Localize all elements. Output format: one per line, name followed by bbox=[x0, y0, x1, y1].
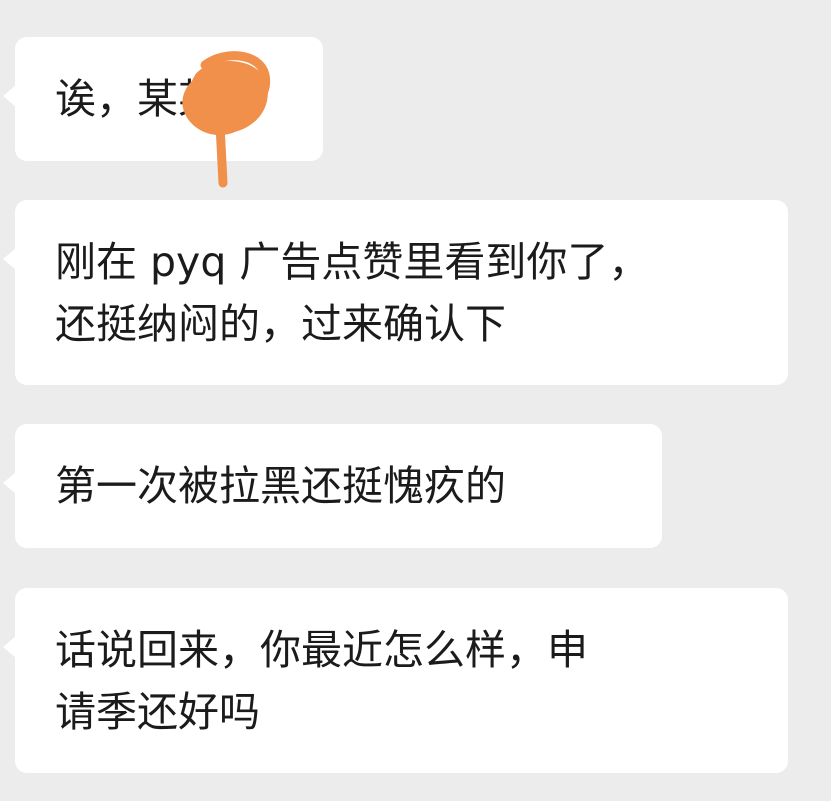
message-bubble[interactable]: 话说回来，你最近怎么样，申 请季还好吗 bbox=[3, 588, 788, 773]
message-bubble[interactable]: 刚在 pyq 广告点赞里看到你了， 还挺纳闷的，过来确认下 bbox=[3, 200, 788, 385]
message-text: 请季还好吗 bbox=[55, 688, 260, 736]
message-text: 第一次被拉黑还挺愧疚的 bbox=[55, 462, 506, 510]
redaction-scribble-icon bbox=[182, 51, 271, 188]
message-bubble[interactable]: 第一次被拉黑还挺愧疚的 bbox=[3, 424, 662, 548]
message-bubble[interactable]: 诶，某某？ bbox=[3, 37, 323, 188]
chat-screen: { "messages": [ {"lines": ["诶，某某？"]}, {"… bbox=[0, 0, 831, 801]
message-text: 刚在 pyq 广告点赞里看到你了， bbox=[55, 238, 650, 286]
message-text: 话说回来，你最近怎么样，申 bbox=[55, 626, 588, 674]
message-text: 还挺纳闷的，过来确认下 bbox=[55, 300, 506, 348]
